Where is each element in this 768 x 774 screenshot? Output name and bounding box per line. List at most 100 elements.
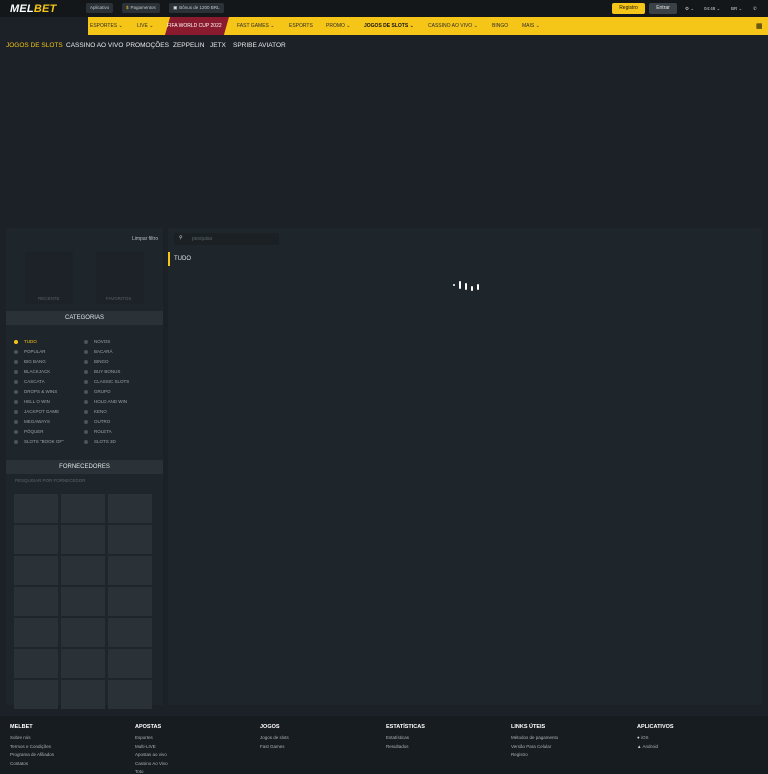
footer-link[interactable]: Resultados [386,744,409,749]
footer-link[interactable]: Registro [511,752,528,757]
provider-tile[interactable] [14,649,58,678]
nav-bingo[interactable]: BINGO [492,17,508,35]
footer-link[interactable]: Versão Para Celular [511,744,551,749]
footer-link[interactable]: Multi-LIVE [135,744,156,749]
provider-tile[interactable] [61,618,105,647]
category-item[interactable]: KENO [84,409,107,414]
book-icon[interactable]: ▦ [756,22,763,30]
nav-jogos-de-slots[interactable]: JOGOS DE SLOTS ⌄ [364,17,414,35]
footer-link[interactable]: ● iOS [637,735,648,740]
search-icon: ⚲ [179,235,183,241]
footer-link[interactable]: Métodos de pagamento [511,735,558,740]
provider-tile[interactable] [61,680,105,709]
chevron-down-icon: ⌄ [716,6,721,11]
nav-esportes[interactable]: ESPORTES ⌄ [90,17,123,35]
footer-link[interactable]: Estatísticas [386,735,409,740]
category-item[interactable]: BLACKJACK [14,369,50,374]
nav-cassino-ao-vivo[interactable]: CASSINO AO VIVO ⌄ [428,17,478,35]
footer-link[interactable]: Programa de Afiliados [10,752,54,757]
provider-tile[interactable] [108,618,152,647]
provider-tile[interactable] [108,680,152,709]
provider-tile[interactable] [108,494,152,523]
footer-link[interactable]: ▲ Android [637,744,658,749]
category-item[interactable]: BIG BANG [14,359,46,364]
provider-tile[interactable] [14,525,58,554]
category-item[interactable]: POPULAR [14,349,46,354]
radio-dot-icon [84,439,88,444]
category-item[interactable]: HELL O WIN [14,399,50,404]
category-item[interactable]: HOLD AND WIN [84,399,127,404]
nav-esports[interactable]: ESPORTS [289,17,313,35]
footer-link[interactable]: Termos e Condições [10,744,51,749]
melbet-logo[interactable]: MELBET [10,3,56,15]
nav-world-cup[interactable]: FIFA WORLD CUP 2022 [167,17,222,35]
apps-button[interactable]: Aplicativo [86,3,114,13]
category-item[interactable]: SLOTS 3D [84,439,116,444]
clear-filter-button[interactable]: Limpar filtro [132,236,158,242]
language-select[interactable]: BR ⌄ [731,3,742,14]
register-button[interactable]: Registro [612,3,645,14]
provider-tile[interactable] [61,649,105,678]
provider-tile[interactable] [61,525,105,554]
footer-link[interactable]: Jogos de slots [260,735,289,740]
time-display[interactable]: 04:48 ⌄ [704,3,720,14]
subnav-spribe-aviator[interactable]: SPRIBE AVIATOR [233,42,286,49]
provider-tile[interactable] [108,525,152,554]
nav-promo[interactable]: PROMO ⌄ [326,17,350,35]
provider-tile[interactable] [14,556,58,585]
category-item[interactable]: TUDO [14,339,37,344]
category-item[interactable]: NOVOS [84,339,110,344]
category-item[interactable]: BINGO [84,359,109,364]
footer-link[interactable]: Fast Games [260,744,285,749]
payments-label: Pagamentos [130,5,156,10]
provider-tile[interactable] [61,556,105,585]
category-item[interactable]: SLOTS "BOOK OF" [14,439,64,444]
phone-icon[interactable]: ✆ [753,3,757,14]
category-item[interactable]: DROPS & WINS [14,389,57,394]
category-item[interactable]: BACARÁ [84,349,113,354]
subnav-jogos-de-slots[interactable]: JOGOS DE SLOTS [6,42,63,49]
subnav-jetx[interactable]: JETX [210,42,226,49]
gift-icon: ▣ [173,5,178,10]
radio-dot-icon [14,429,18,434]
footer-link[interactable]: Apostas ao vivo [135,752,167,757]
category-item[interactable]: ROLETA [84,429,112,434]
tab-tudo[interactable]: TUDO [168,252,191,266]
provider-tile[interactable] [14,494,58,523]
footer-link[interactable]: Cassino Ao Vivo [135,761,168,766]
provider-tile[interactable] [14,680,58,709]
provider-tile[interactable] [108,649,152,678]
search-input[interactable] [192,233,276,245]
provider-tile[interactable] [14,587,58,616]
subnav-zeppelin[interactable]: ZEPPELIN [173,42,204,49]
provider-tile[interactable] [108,556,152,585]
search-box[interactable]: ⚲ [174,233,279,245]
provider-tile[interactable] [61,494,105,523]
subnav-promocoes[interactable]: PROMOÇÕES [126,42,169,49]
category-item[interactable]: GRUPO [84,389,111,394]
category-item[interactable]: PÔQUER [14,429,44,434]
footer-link[interactable]: Contatos [10,761,28,766]
footer-link[interactable]: Toto [135,769,144,774]
footer-link[interactable]: Esportes [135,735,153,740]
provider-tile[interactable] [61,587,105,616]
category-item[interactable]: JACKPOT GAME [14,409,59,414]
subnav-cassino-ao-vivo[interactable]: CASSINO AO VIVO [66,42,123,49]
category-item[interactable]: OUTRO [84,419,110,424]
category-item[interactable]: BUY BONUS [84,369,120,374]
provider-tile[interactable] [108,587,152,616]
payments-button[interactable]: $ Pagamentos [122,3,160,13]
nav-mais[interactable]: MAIS ⌄ [522,17,540,35]
category-item[interactable]: MEGAWAYS [14,419,50,424]
bonus-button[interactable]: ▣ Bônus de 1200 BRL [169,3,224,13]
settings-button[interactable]: ⚙ ⌄ [685,3,694,14]
provider-tile[interactable] [14,618,58,647]
category-item[interactable]: CASCATA [14,379,45,384]
footer-heading: JOGOS [260,724,280,730]
category-item[interactable]: CLASSIC SLOTS [84,379,129,384]
nav-fast-games[interactable]: FAST GAMES ⌄ [237,17,274,35]
login-button[interactable]: Entrar [649,3,677,14]
footer-link[interactable]: Sobre nós [10,735,31,740]
nav-live[interactable]: LIVE ⌄ [137,17,153,35]
providers-search-input[interactable]: PESQUISAR POR FORNECEDOR [15,478,86,483]
